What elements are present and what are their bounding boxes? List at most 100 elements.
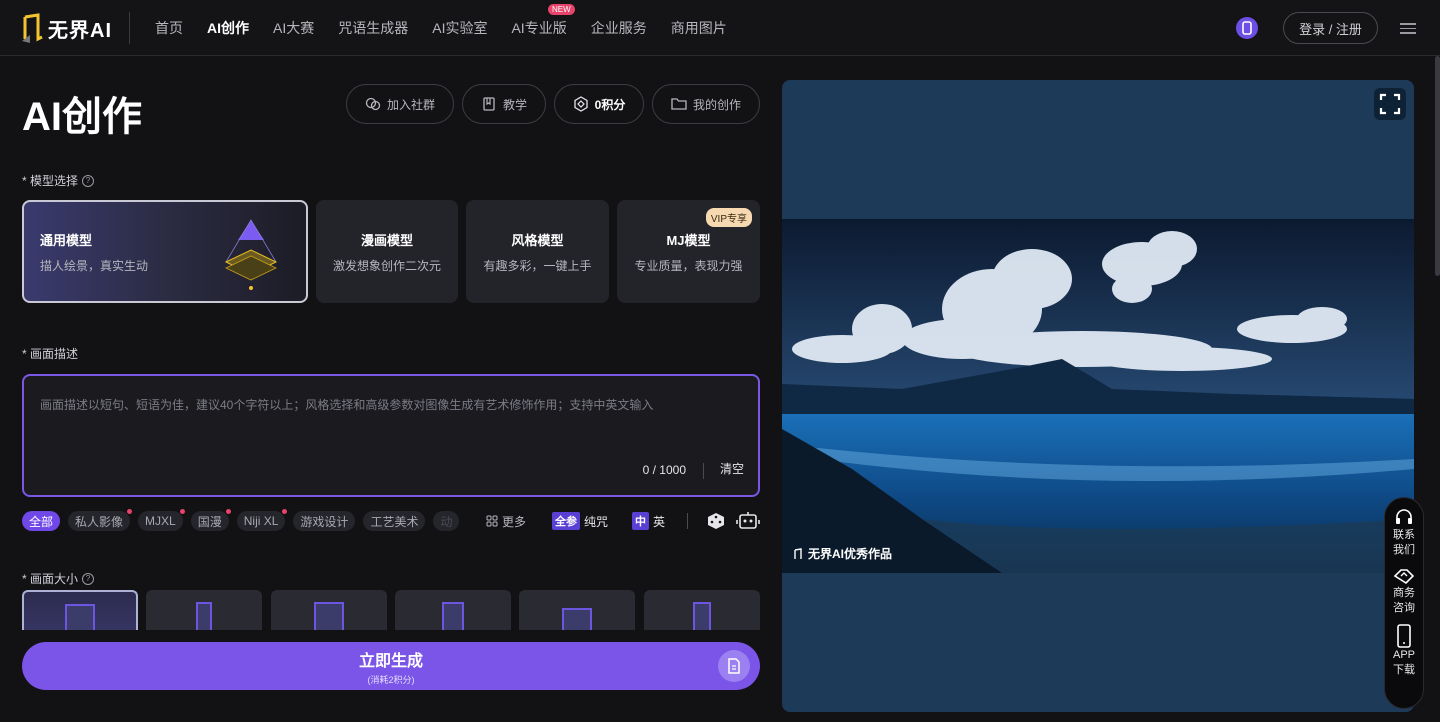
vip-badge: VIP专享 xyxy=(705,208,752,227)
spell-mode-chip: 全参 xyxy=(552,512,580,530)
model-title: 通用模型 xyxy=(40,232,93,248)
tag-guoman[interactable]: 国漫 xyxy=(190,509,231,531)
tutorial-button[interactable]: 教学 xyxy=(462,84,546,124)
business-consult-button[interactable]: 商务咨询 xyxy=(1390,566,1418,616)
generate-cost: (消耗2积分) xyxy=(367,674,415,685)
tag-niji-xl[interactable]: Niji XL xyxy=(236,509,288,531)
points-label: 0积分 xyxy=(594,97,626,112)
logo-mark-icon xyxy=(22,13,44,43)
nav-item-ai-pro-label: AI专业版 xyxy=(511,20,567,36)
contact-us-button[interactable]: 联系我们 xyxy=(1390,508,1418,558)
generate-label: 立即生成 xyxy=(358,652,423,670)
pyramid-illustration-icon xyxy=(224,219,278,290)
more-tags-button[interactable]: 更多 xyxy=(486,511,526,531)
spell-mode-toggle[interactable]: 全参 纯咒 xyxy=(552,511,608,531)
new-dot xyxy=(282,509,288,514)
nav-item-commercial-images[interactable]: 商用图片 xyxy=(671,18,727,38)
tag-craft-art[interactable]: 工艺美术 xyxy=(363,511,426,531)
size-section-text: * 画面大小 xyxy=(22,572,79,586)
model-desc: 描人绘景，真实生动 xyxy=(40,258,149,273)
floating-service-menu: 联系我们 商务咨询 APP下载 xyxy=(1384,497,1424,709)
top-navigation-bar: 无界AI 首页 AI创作 AI大赛 咒语生成器 AI实验室 AI专业版 NEW … xyxy=(0,0,1440,56)
size-option-1[interactable] xyxy=(22,590,138,630)
clear-button[interactable]: 清空 xyxy=(720,460,744,477)
my-works-label: 我的创作 xyxy=(692,97,741,112)
nav-item-ai-lab[interactable]: AI实验室 xyxy=(432,18,487,38)
join-community-button[interactable]: 加入社群 xyxy=(346,84,454,124)
contact-label: 联系我们 xyxy=(1393,529,1415,556)
help-icon[interactable]: ? xyxy=(82,572,95,585)
model-title: 风格模型 xyxy=(511,232,564,248)
aspect-frame-icon xyxy=(693,602,711,630)
nav-item-prompt-generator[interactable]: 咒语生成器 xyxy=(338,18,408,38)
char-count: 0 / 1000 xyxy=(642,463,686,477)
model-title: 漫画模型 xyxy=(360,232,413,248)
my-works-button[interactable]: 我的创作 xyxy=(652,84,760,124)
folder-icon xyxy=(671,96,687,112)
app-download-button[interactable]: APP下载 xyxy=(1390,624,1418,678)
grid-icon xyxy=(486,515,498,527)
preview-image[interactable] xyxy=(782,219,1414,573)
random-dice-icon[interactable] xyxy=(706,511,726,531)
style-tag-list: 全部 私人影像 MJXL 国漫 Niji XL 游戏设计 工艺美术 动 xyxy=(22,509,467,531)
caption-text: 无界AI优秀作品 xyxy=(808,547,893,561)
language-toggle[interactable]: 中 英 xyxy=(632,511,665,531)
tag-game-design[interactable]: 游戏设计 xyxy=(293,511,356,531)
nav-item-ai-create[interactable]: AI创作 xyxy=(207,18,249,38)
book-icon xyxy=(481,96,497,112)
image-caption: 无界AI优秀作品 xyxy=(794,545,892,562)
desc-section-label: * 画面描述 xyxy=(22,347,79,361)
tag-private[interactable]: 私人影像 xyxy=(68,509,133,531)
lang-label: 英 xyxy=(653,514,666,529)
aspect-frame-icon xyxy=(562,608,592,630)
model-card-mj[interactable]: VIP专享 MJ模型 专业质量，表现力强 xyxy=(617,200,760,303)
logo[interactable]: 无界AI xyxy=(22,12,112,44)
description-placeholder: 画面描述以短句、短语为佳，建议40个字符以上；风格选择和高级参数对图像生成有艺术… xyxy=(40,398,654,412)
new-dot xyxy=(127,509,133,514)
points-button[interactable]: 0积分 xyxy=(554,84,644,124)
help-icon[interactable]: ? xyxy=(82,174,95,187)
nav-item-ai-contest[interactable]: AI大赛 xyxy=(273,18,314,38)
aspect-frame-icon xyxy=(314,602,344,630)
logo-mark-icon xyxy=(794,547,802,559)
model-card-style[interactable]: 风格模型 有趣多彩，一键上手 xyxy=(466,200,609,303)
login-register-button[interactable]: 登录 / 注册 xyxy=(1283,12,1378,44)
nav-item-enterprise[interactable]: 企业服务 xyxy=(591,18,647,38)
tag-faded[interactable]: 动 xyxy=(433,511,460,531)
size-option-3[interactable] xyxy=(271,590,387,630)
aspect-frame-icon xyxy=(196,602,212,630)
wechat-icon xyxy=(365,96,381,112)
generate-button[interactable]: 立即生成 (消耗2积分) xyxy=(22,642,760,690)
model-card-general[interactable]: 通用模型 描人绘景，真实生动 xyxy=(22,200,308,303)
nav-item-ai-pro[interactable]: AI专业版 NEW xyxy=(511,4,575,38)
main-nav: 首页 AI创作 AI大赛 咒语生成器 AI实验室 AI专业版 NEW 企业服务 … xyxy=(155,0,751,56)
spell-mode-label: 纯咒 xyxy=(584,514,609,529)
mobile-icon[interactable] xyxy=(1236,17,1258,39)
size-option-4[interactable] xyxy=(395,590,511,630)
more-label: 更多 xyxy=(502,514,527,529)
tag-label: MJXL xyxy=(145,514,176,528)
aspect-frame-icon xyxy=(442,602,464,630)
robot-assistant-icon[interactable] xyxy=(736,511,760,531)
nav-item-home[interactable]: 首页 xyxy=(155,18,183,38)
tag-label: 国漫 xyxy=(197,514,222,529)
tag-mjxl[interactable]: MJXL xyxy=(138,509,185,531)
tutorial-label: 教学 xyxy=(502,97,527,112)
app-label: APP下载 xyxy=(1392,649,1415,676)
page-scrollbar[interactable] xyxy=(1435,56,1440,276)
page-title: AI创作 xyxy=(22,95,142,139)
description-textarea[interactable]: 画面描述以短句、短语为佳，建议40个字符以上；风格选择和高级参数对图像生成有艺术… xyxy=(22,374,760,497)
tag-all[interactable]: 全部 xyxy=(22,511,61,531)
model-desc: 有趣多彩，一键上手 xyxy=(483,258,592,273)
fullscreen-icon[interactable] xyxy=(1374,88,1406,120)
tag-label: 私人影像 xyxy=(75,514,124,529)
model-desc: 激发想象创作二次元 xyxy=(332,258,441,273)
size-option-6[interactable] xyxy=(644,590,760,630)
document-icon[interactable] xyxy=(718,650,750,682)
hamburger-menu-icon[interactable] xyxy=(1400,20,1416,36)
size-option-2[interactable] xyxy=(146,590,262,630)
model-card-comic[interactable]: 漫画模型 激发想象创作二次元 xyxy=(316,200,458,303)
lang-chip: 中 xyxy=(632,512,649,530)
size-option-5[interactable] xyxy=(519,590,635,630)
aspect-frame-icon xyxy=(65,604,95,630)
